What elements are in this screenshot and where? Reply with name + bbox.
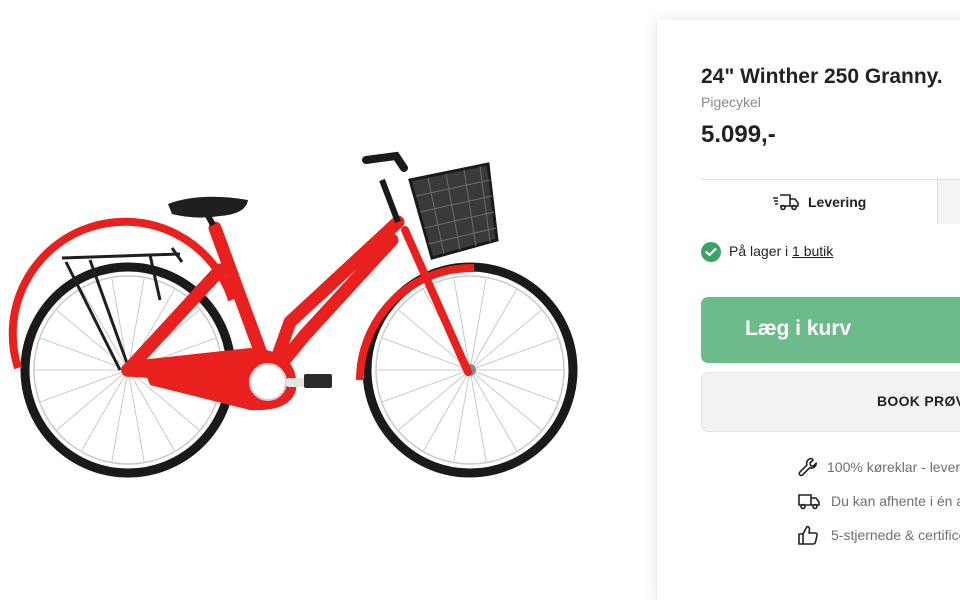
product-image-bicycle[interactable] — [0, 0, 640, 577]
delivery-tabs: Levering — [701, 179, 960, 224]
thumbs-up-icon — [798, 525, 818, 545]
truck-icon — [798, 494, 820, 510]
truck-icon — [773, 194, 799, 211]
wheel-spoke — [382, 369, 471, 403]
stock-store-link[interactable]: 1 butik — [792, 243, 833, 259]
stock-text: På lager i 1 butik — [729, 243, 833, 259]
book-test-ride-label: BOOK PRØV — [877, 393, 960, 409]
check-circle-icon — [701, 242, 721, 262]
product-title: 24" Winther 250 Granny. — [701, 65, 943, 88]
saddle — [168, 196, 248, 218]
add-to-cart-button[interactable]: Læg i kurv — [701, 297, 960, 363]
stock-prefix: På lager i — [729, 243, 793, 259]
usp-text: 100% køreklar - lever — [827, 459, 960, 475]
product-image-area — [0, 0, 640, 577]
tab-delivery-label: Levering — [808, 194, 867, 210]
tab-pickup[interactable] — [937, 180, 960, 224]
wheel-spoke — [469, 337, 558, 371]
product-info-panel: 24" Winther 250 Granny. Pigecykel 5.099,… — [656, 20, 960, 600]
wheel-spoke — [469, 369, 542, 431]
wheel-spoke — [56, 369, 129, 431]
product-price: 5.099,- — [701, 121, 776, 148]
wheel-spoke — [40, 337, 129, 371]
add-to-cart-label: Læg i kurv — [745, 317, 852, 340]
wheel-spoke — [469, 309, 542, 371]
usp-text: Du kan afhente i én a — [831, 493, 960, 509]
wrench-icon — [798, 457, 817, 477]
product-category: Pigecykel — [701, 94, 761, 110]
wheel-spoke — [469, 369, 558, 403]
usp-text: 5-stjernede & certifice — [831, 527, 960, 543]
wheel-spoke — [398, 369, 471, 431]
wheel-spoke — [40, 369, 129, 403]
book-test-ride-button[interactable]: BOOK PRØV — [701, 372, 960, 432]
front-mudguard — [356, 263, 475, 381]
front-basket — [408, 162, 499, 260]
tab-delivery[interactable]: Levering — [701, 180, 937, 224]
